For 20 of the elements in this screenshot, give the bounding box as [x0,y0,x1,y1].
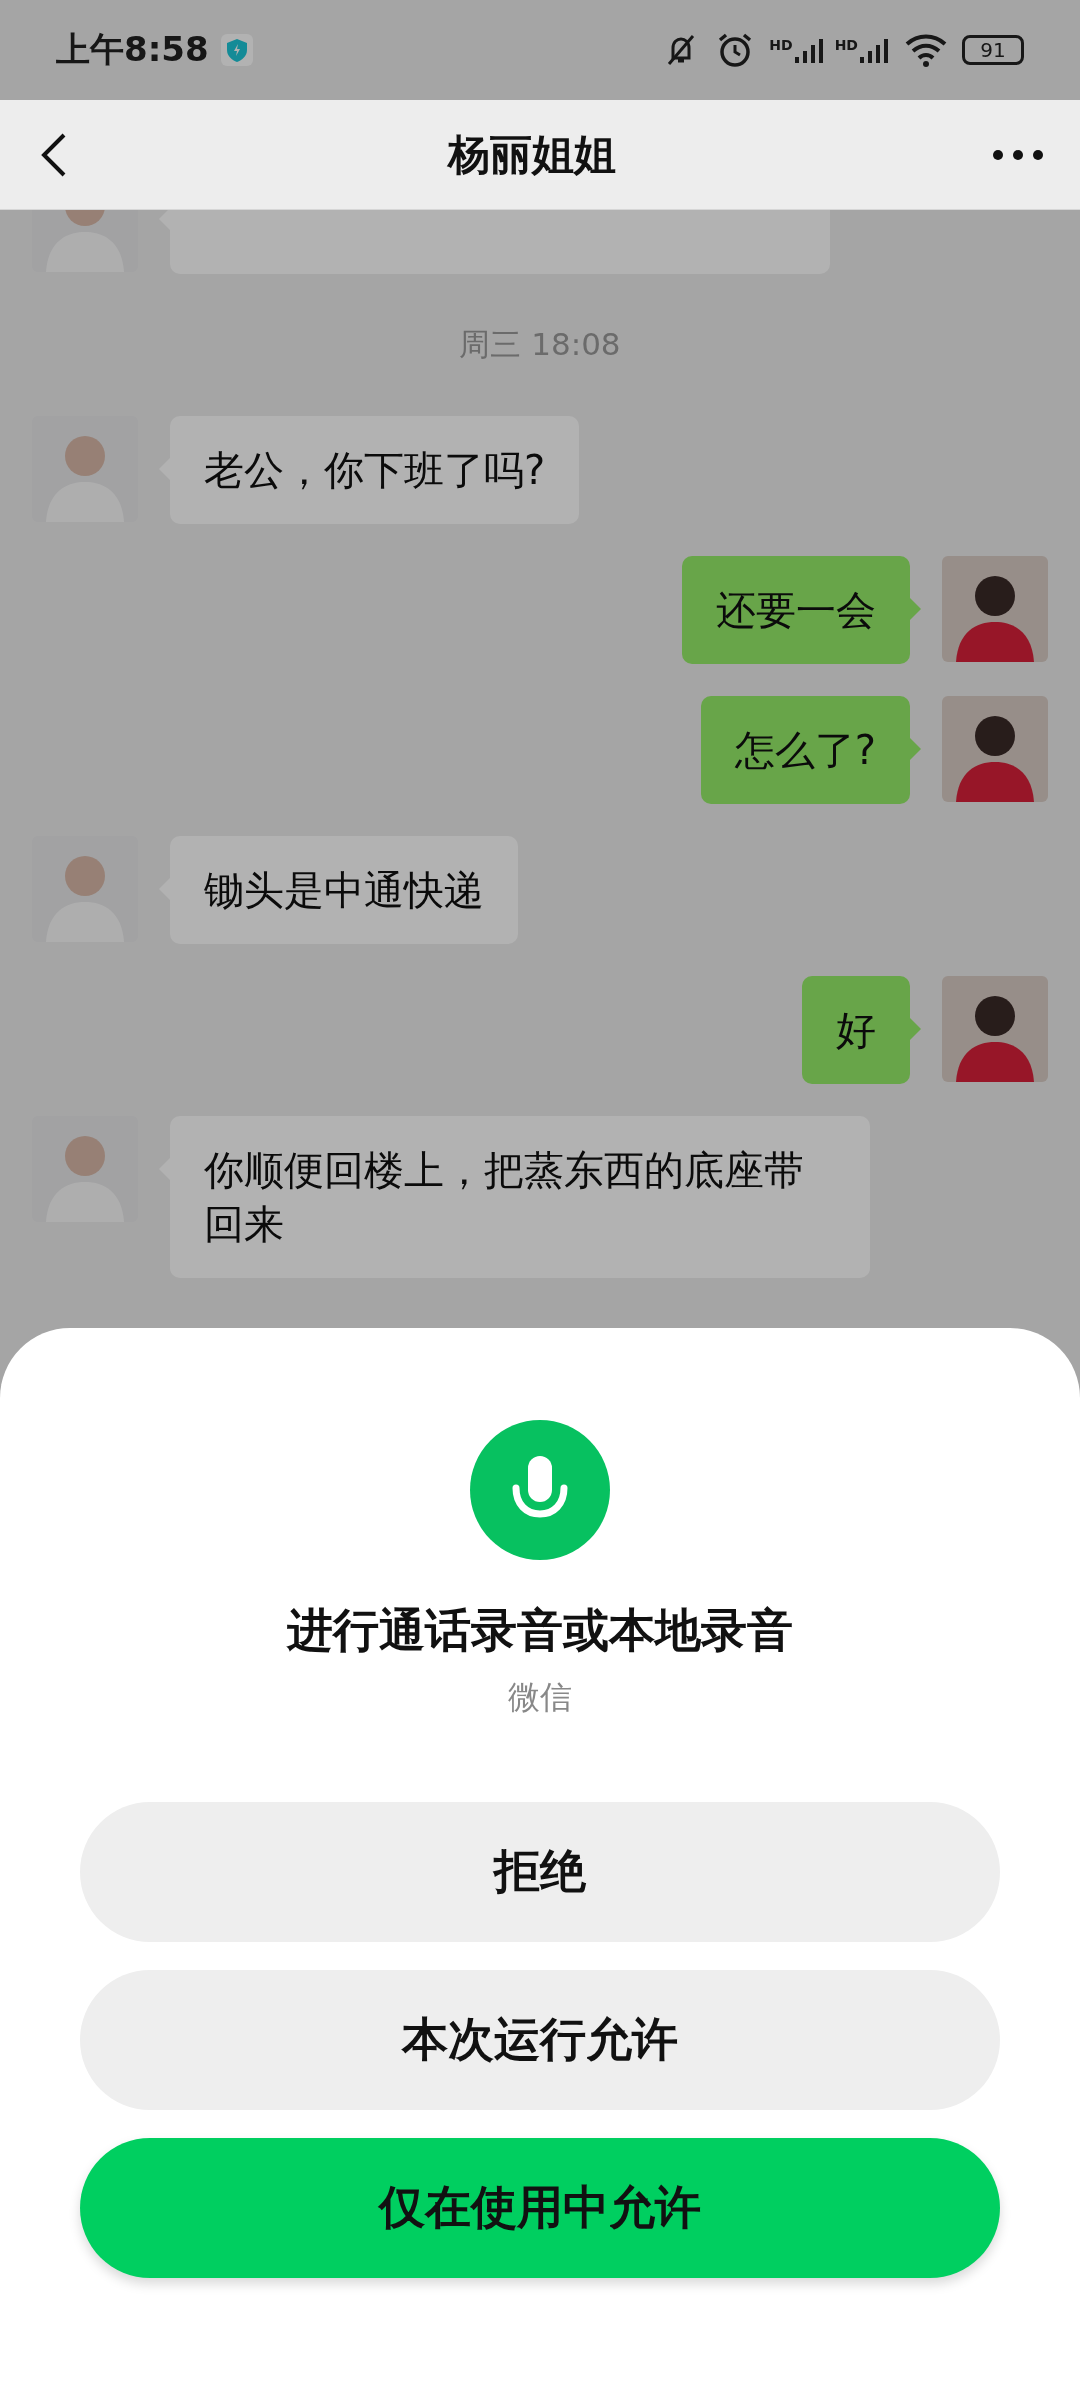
dialog-title: 进行通话录音或本地录音 [287,1602,793,1659]
allow-while-using-button[interactable]: 仅在使用中允许 [80,2138,1000,2278]
shield-icon [220,34,253,66]
avatar[interactable] [942,696,1048,802]
status-time: 上午8:58 [56,28,209,71]
permission-option-button[interactable]: 本次运行允许 [80,1970,1000,2110]
wifi-icon [904,32,948,68]
battery-indicator: 91 [962,35,1024,65]
timestamp: 周三 18:08 [459,325,621,364]
avatar[interactable] [942,976,1048,1082]
app-name: 微信 [508,1677,572,1718]
avatar[interactable] [942,556,1048,662]
signal-icon [860,37,890,63]
permission-option-button[interactable]: 拒绝 [80,1802,1000,1942]
microphone-icon [470,1420,610,1560]
chat-title: 杨丽姐姐 [446,128,617,181]
signal-icon [794,37,825,63]
network-label: HD [769,37,793,53]
more-icon[interactable] [992,148,1044,161]
network-label: HD [834,37,858,53]
